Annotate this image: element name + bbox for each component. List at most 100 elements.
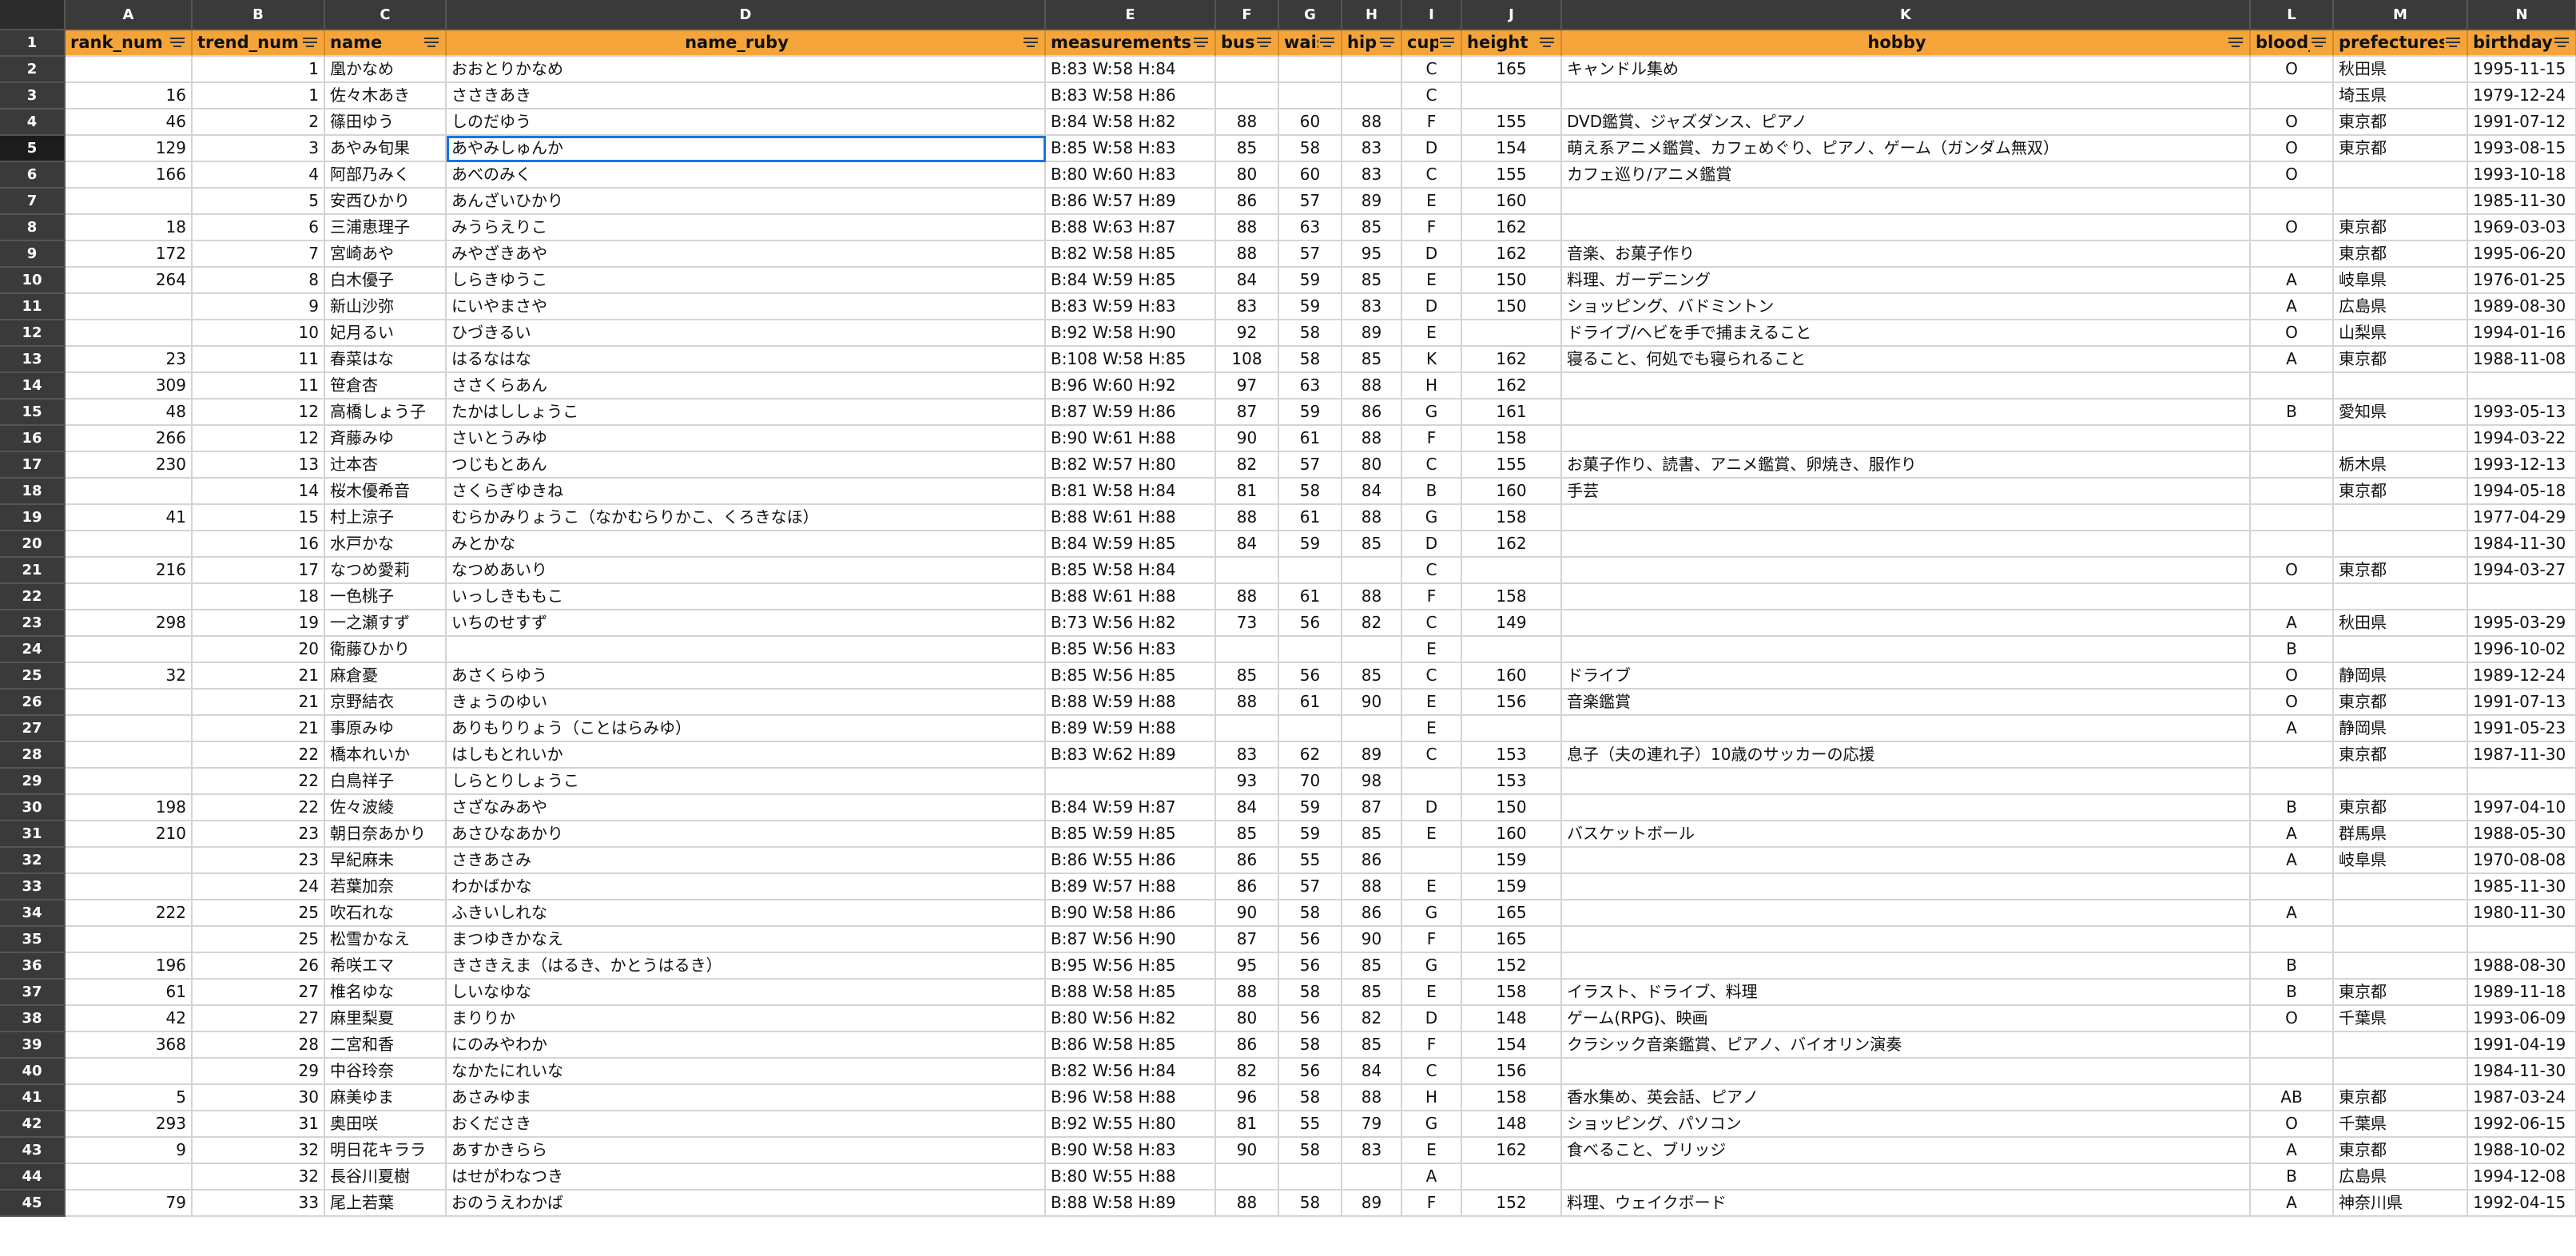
row-number[interactable]: 45 [0, 1190, 66, 1217]
cell-bday[interactable]: 1991-04-19 [2468, 1032, 2576, 1059]
cell-pref[interactable]: 東京都 [2334, 690, 2468, 716]
cell-name[interactable]: 凰かなめ [325, 57, 447, 83]
cell-cup[interactable]: F [1402, 1032, 1462, 1059]
cell-trend[interactable]: 21 [193, 716, 325, 742]
cell-name[interactable]: 安西ひかり [325, 189, 447, 215]
cell-hobby[interactable] [1562, 900, 2251, 927]
cell-waist[interactable]: 57 [1279, 189, 1342, 215]
column-header-d[interactable]: D [447, 0, 1046, 30]
cell-waist[interactable]: 55 [1279, 1111, 1342, 1138]
cell-cup[interactable]: C [1402, 57, 1462, 83]
cell-trend[interactable]: 7 [193, 241, 325, 268]
cell-meas[interactable]: B:86 W:55 H:86 [1046, 848, 1216, 874]
cell-ruby[interactable]: ありもりりょう（ことはらみゆ） [447, 716, 1046, 742]
cell-ruby[interactable]: ささきあき [447, 83, 1046, 109]
cell-rank[interactable]: 216 [66, 558, 193, 584]
cell-height[interactable]: 154 [1462, 136, 1562, 162]
row-number[interactable]: 43 [0, 1138, 66, 1164]
cell-hip[interactable]: 85 [1342, 531, 1402, 558]
cell-blood[interactable] [2251, 452, 2334, 479]
cell-pref[interactable]: 千葉県 [2334, 1006, 2468, 1032]
row-number[interactable]: 27 [0, 716, 66, 742]
row-number[interactable]: 34 [0, 900, 66, 927]
cell-hobby[interactable] [1562, 769, 2251, 795]
row-number[interactable]: 38 [0, 1006, 66, 1032]
cell-hobby[interactable]: 香水集め、英会話、ピアノ [1562, 1085, 2251, 1111]
row-number[interactable]: 1 [0, 30, 66, 57]
cell-rank[interactable]: 298 [66, 610, 193, 637]
cell-pref[interactable] [2334, 953, 2468, 980]
cell-name[interactable]: なつめ愛莉 [325, 558, 447, 584]
cell-bust[interactable]: 90 [1216, 426, 1279, 452]
cell-waist[interactable]: 60 [1279, 109, 1342, 136]
cell-meas[interactable]: B:88 W:58 H:89 [1046, 1190, 1216, 1217]
cell-blood[interactable] [2251, 426, 2334, 452]
cell-meas[interactable]: B:87 W:56 H:90 [1046, 927, 1216, 953]
cell-trend[interactable]: 25 [193, 927, 325, 953]
cell-meas[interactable]: B:95 W:56 H:85 [1046, 953, 1216, 980]
cell-meas[interactable]: B:84 W:58 H:82 [1046, 109, 1216, 136]
cell-hip[interactable]: 89 [1342, 320, 1402, 347]
cell-hobby[interactable]: ドライブ [1562, 663, 2251, 690]
header-cell-prefectures[interactable]: prefectures [2334, 30, 2468, 57]
cell-blood[interactable]: A [2251, 900, 2334, 927]
filter-icon[interactable] [2553, 35, 2570, 51]
cell-name[interactable]: 斉藤みゆ [325, 426, 447, 452]
cell-hip[interactable]: 90 [1342, 690, 1402, 716]
cell-ruby[interactable]: いちのせすず [447, 610, 1046, 637]
cell-hobby[interactable] [1562, 953, 2251, 980]
cell-height[interactable]: 154 [1462, 1032, 1562, 1059]
row-number[interactable]: 35 [0, 927, 66, 953]
cell-bday[interactable]: 1977-04-29 [2468, 505, 2576, 531]
cell-pref[interactable]: 東京都 [2334, 795, 2468, 821]
cell-name[interactable]: 京野結衣 [325, 690, 447, 716]
column-header-g[interactable]: G [1279, 0, 1342, 30]
cell-meas[interactable]: B:82 W:56 H:84 [1046, 1059, 1216, 1085]
filter-icon[interactable] [2227, 35, 2244, 51]
cell-ruby[interactable]: あんざいひかり [447, 189, 1046, 215]
row-number[interactable]: 3 [0, 83, 66, 109]
cell-hip[interactable]: 88 [1342, 109, 1402, 136]
cell-hip[interactable] [1342, 57, 1402, 83]
column-header-j[interactable]: J [1462, 0, 1562, 30]
cell-pref[interactable] [2334, 927, 2468, 953]
cell-trend[interactable]: 22 [193, 769, 325, 795]
cell-cup[interactable]: D [1402, 795, 1462, 821]
cell-hip[interactable]: 86 [1342, 848, 1402, 874]
cell-bust[interactable]: 88 [1216, 241, 1279, 268]
cell-blood[interactable] [2251, 531, 2334, 558]
row-number[interactable]: 24 [0, 637, 66, 663]
cell-meas[interactable]: B:85 W:58 H:84 [1046, 558, 1216, 584]
column-header-c[interactable]: C [325, 0, 447, 30]
header-cell-blood-type[interactable]: blood_type [2251, 30, 2334, 57]
cell-rank[interactable] [66, 1059, 193, 1085]
cell-cup[interactable]: E [1402, 821, 1462, 848]
cell-cup[interactable]: F [1402, 584, 1462, 610]
cell-meas[interactable]: B:89 W:57 H:88 [1046, 874, 1216, 900]
cell-hip[interactable]: 95 [1342, 241, 1402, 268]
cell-cup[interactable]: D [1402, 1006, 1462, 1032]
cell-blood[interactable]: O [2251, 558, 2334, 584]
cell-waist[interactable] [1279, 558, 1342, 584]
cell-height[interactable]: 162 [1462, 531, 1562, 558]
cell-bust[interactable]: 86 [1216, 189, 1279, 215]
header-cell-name-ruby[interactable]: name_ruby [447, 30, 1046, 57]
cell-bust[interactable]: 73 [1216, 610, 1279, 637]
cell-blood[interactable] [2251, 373, 2334, 399]
filter-icon[interactable] [169, 35, 186, 51]
cell-hip[interactable]: 89 [1342, 189, 1402, 215]
cell-rank[interactable] [66, 531, 193, 558]
cell-blood[interactable]: O [2251, 109, 2334, 136]
row-number[interactable]: 11 [0, 294, 66, 320]
cell-trend[interactable]: 12 [193, 399, 325, 426]
cell-rank[interactable] [66, 716, 193, 742]
cell-pref[interactable] [2334, 1059, 2468, 1085]
cell-waist[interactable]: 56 [1279, 1006, 1342, 1032]
cell-bust[interactable]: 81 [1216, 479, 1279, 505]
cell-bust[interactable]: 88 [1216, 109, 1279, 136]
cell-waist[interactable]: 61 [1279, 426, 1342, 452]
cell-trend[interactable]: 4 [193, 162, 325, 189]
cell-bday[interactable]: 1988-05-30 [2468, 821, 2576, 848]
cell-pref[interactable] [2334, 531, 2468, 558]
column-header-m[interactable]: M [2334, 0, 2468, 30]
